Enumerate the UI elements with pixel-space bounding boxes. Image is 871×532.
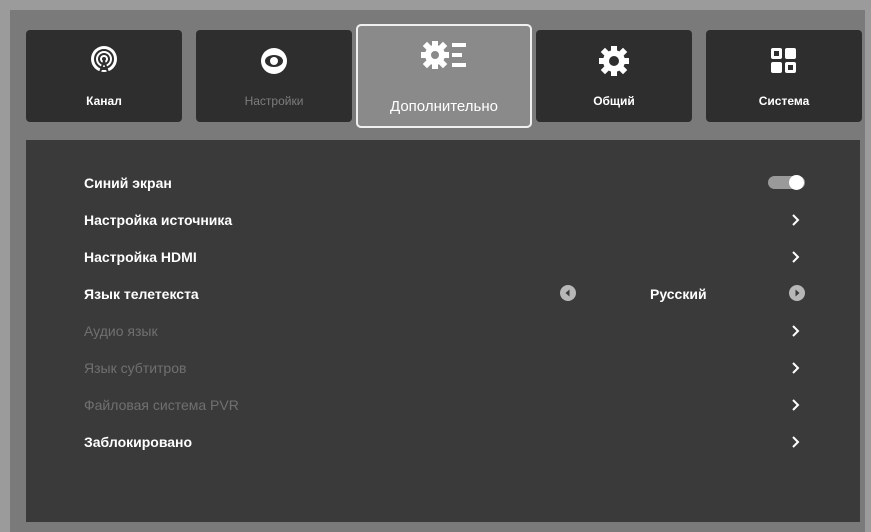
antenna-icon — [26, 44, 182, 78]
tv-settings-screen: Канал Настройки Дополнительно Общий Сист… — [10, 10, 865, 532]
chevron-right-icon — [792, 436, 800, 448]
chevron-right-icon — [792, 325, 800, 337]
tab-general[interactable]: Общий — [536, 30, 692, 122]
menu-item-label: Синий экран — [84, 175, 172, 191]
tab-settings[interactable]: Настройки — [196, 30, 352, 122]
next-option-button[interactable] — [789, 285, 805, 301]
menu-item-blue-screen[interactable]: Синий экран — [26, 165, 860, 202]
tab-system[interactable]: Система — [706, 30, 862, 122]
chevron-right-icon — [792, 251, 800, 263]
chevron-right-icon — [792, 362, 800, 374]
eye-icon — [196, 44, 352, 78]
menu-item-pvr-file-system[interactable]: Файловая система PVR — [26, 387, 860, 424]
tab-label: Дополнительно — [390, 98, 498, 115]
tab-label: Общий — [593, 94, 635, 108]
menu-item-label: Настройка HDMI — [84, 249, 197, 265]
menu-item-label: Настройка источника — [84, 212, 233, 228]
grid-icon — [706, 44, 862, 78]
tab-channel[interactable]: Канал — [26, 30, 182, 122]
blue-screen-toggle[interactable] — [768, 175, 805, 190]
tab-label: Канал — [86, 94, 122, 108]
menu-item-subtitle-language[interactable]: Язык субтитров — [26, 350, 860, 387]
menu-item-source-setup[interactable]: Настройка источника — [26, 202, 860, 239]
chevron-right-icon — [792, 214, 800, 226]
menu-item-label: Язык телетекста — [84, 286, 199, 302]
chevron-right-icon — [792, 399, 800, 411]
arrow-right-icon — [795, 289, 800, 297]
menu-item-teletext-language[interactable]: Язык телетекста Русский — [26, 276, 860, 313]
menu-item-audio-language[interactable]: Аудио язык — [26, 313, 860, 350]
teletext-language-value: Русский — [650, 286, 707, 302]
menu-item-hdmi-setup[interactable]: Настройка HDMI — [26, 239, 860, 276]
category-tabs: Канал Настройки Дополнительно Общий Сист… — [10, 10, 865, 140]
settings-list: Синий экран Настройка источника Настройк… — [26, 140, 860, 522]
tab-label: Настройки — [244, 94, 304, 108]
gear-icon — [536, 44, 692, 78]
menu-item-label: Язык субтитров — [84, 360, 187, 376]
menu-item-label: Заблокировано — [84, 434, 193, 450]
menu-item-label: Файловая система PVR — [84, 397, 239, 413]
menu-item-label: Аудио язык — [84, 323, 158, 339]
previous-option-button[interactable] — [560, 285, 576, 301]
gear-list-icon — [358, 38, 530, 72]
tab-label: Система — [758, 94, 810, 108]
menu-item-locked[interactable]: Заблокировано — [26, 424, 860, 461]
arrow-left-icon — [565, 289, 570, 297]
toggle-knob — [789, 175, 804, 190]
tab-advanced[interactable]: Дополнительно — [356, 24, 532, 128]
